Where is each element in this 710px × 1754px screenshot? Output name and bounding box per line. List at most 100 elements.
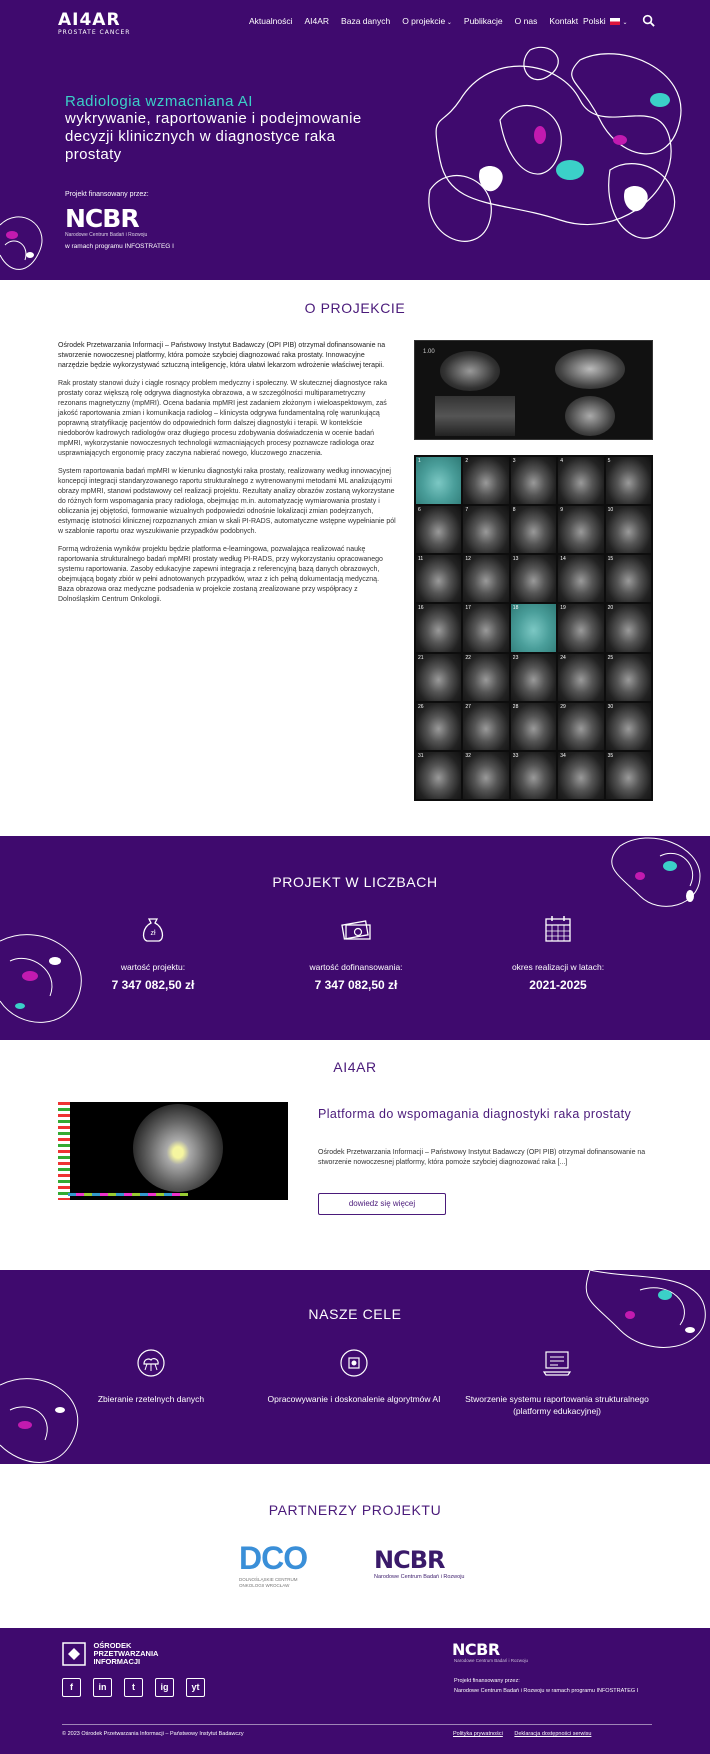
footer-financing: Projekt finansowany przez: Narodowe Cent… — [454, 1676, 638, 1696]
opi-logo-text: OŚRODEK PRZETWARZANIA INFORMACJI — [93, 1641, 159, 1666]
mri-slice: 23 — [510, 653, 557, 701]
goal-label: Zbieranie rzetelnych danych — [97, 1394, 205, 1404]
stat-label: wartość projektu: — [120, 962, 186, 972]
about-title: O PROJEKCIE — [304, 300, 406, 316]
about-text: Ośrodek Przetwarzania Informacji – Państ… — [58, 341, 396, 613]
stat-value: 7 347 082,50 zł — [314, 978, 398, 992]
facebook-icon[interactable]: f — [62, 1678, 81, 1697]
footer-ncbr-logo[interactable]: NCBR — [452, 1640, 500, 1659]
mri-slice: 11 — [416, 555, 462, 603]
slice-number: 6 — [418, 507, 421, 514]
mri-slice: 24 — [558, 653, 604, 701]
slice-number: 31 — [418, 752, 424, 759]
mri-slice: 29 — [558, 702, 604, 750]
scan-scale-label: 1.00 — [423, 349, 435, 355]
slice-number: 13 — [512, 556, 519, 563]
slice-number: 12 — [465, 556, 471, 563]
footer-financed-detail: Narodowe Centrum Badań i Rozwoju w ramac… — [454, 1688, 639, 1694]
menu-item-baza-danych[interactable]: Baza danych — [341, 16, 390, 26]
mri-slice: 27 — [463, 702, 509, 750]
menu-item-ai4ar[interactable]: AI4AR — [304, 16, 329, 26]
slice-number: 14 — [560, 556, 566, 563]
privacy-policy-link[interactable]: Polityka prywatności — [453, 1731, 503, 1737]
dco-logo-text: DCO — [239, 1540, 308, 1576]
slice-number: 9 — [560, 507, 563, 514]
slice-number: 23 — [512, 654, 519, 661]
social-links: f in t ig yt — [62, 1678, 205, 1697]
mri-slice: 25 — [605, 653, 651, 701]
logo-text: AI4AR — [58, 10, 121, 30]
ncbr-partner-logo[interactable]: NCBR Narodowe Centrum Badań i Rozwoju — [374, 1548, 465, 1580]
youtube-icon[interactable]: yt — [186, 1678, 205, 1697]
ncbr-logo: NCBR — [65, 204, 140, 233]
slice-number: 27 — [465, 703, 471, 710]
ncbr-partner-subtext: Narodowe Centrum Badań i Rozwoju — [374, 1574, 465, 1580]
hero-subtitle: Radiologia wzmacniana AI — [65, 93, 253, 110]
accessibility-link[interactable]: Deklaracja dostępności serwisu — [514, 1731, 591, 1737]
stat-value: 7 347 082,50 zł — [111, 978, 195, 992]
slice-number: 26 — [418, 703, 424, 710]
twitter-icon[interactable]: t — [124, 1678, 143, 1697]
mri-slice: 32 — [463, 751, 509, 799]
mri-slice: 26 — [416, 702, 462, 750]
menu-item-o-projekcie-label: O projekcie — [402, 16, 446, 26]
menu-item-o-nas[interactable]: O nas — [515, 16, 538, 26]
opi-logo[interactable]: OŚRODEK PRZETWARZANIA INFORMACJI — [62, 1642, 163, 1666]
linkedin-icon[interactable]: in — [93, 1678, 112, 1697]
menu-item-kontakt[interactable]: Kontakt — [549, 16, 578, 26]
learn-more-button[interactable]: dowiedz się więcej — [318, 1193, 446, 1215]
chevron-down-icon: ⌄ — [622, 20, 628, 26]
stat-label: wartość dofinansowania: — [309, 962, 403, 972]
hero-title: wykrywanie, raportowanie i podejmowanie … — [65, 110, 362, 163]
money-bag-icon: zł — [142, 918, 164, 942]
language-selector[interactable]: Polski ⌄ — [583, 16, 627, 26]
slice-number: 30 — [607, 703, 614, 710]
mri-slice: 5 — [605, 457, 651, 505]
slice-number: 32 — [465, 752, 471, 759]
mri-slice: 19 — [558, 604, 604, 652]
footer-divider — [62, 1724, 652, 1725]
main-menu: Aktualności AI4AR Baza danych O projekci… — [249, 16, 590, 26]
mri-slice: 8 — [510, 506, 557, 554]
mri-pane-3 — [435, 396, 515, 436]
svg-text:zł: zł — [150, 930, 156, 937]
goals-title: NASZE CELE — [308, 1306, 402, 1322]
financed-label: Projekt finansowany przez: — [65, 191, 149, 198]
mri-slice: 18 — [510, 604, 557, 652]
program-label: w ramach programu INFOSTRATEG I — [65, 243, 174, 250]
hero-section: AI4AR PROSTATE CANCER Aktualności AI4AR … — [0, 0, 710, 280]
search-icon[interactable] — [642, 14, 655, 27]
slice-number: 10 — [607, 507, 614, 514]
slice-number: 4 — [560, 458, 563, 464]
mri-slice: 12 — [463, 555, 509, 603]
stat-label: okres realizacji w latach: — [511, 962, 605, 972]
stat-period: okres realizacji w latach: 2021-2025 — [458, 913, 658, 992]
ai4ar-card-title[interactable]: Platforma do wspomagania diagnostyki rak… — [318, 1106, 648, 1122]
numbers-section: PROJEKT W LICZBACH zł wartość projektu: … — [0, 836, 710, 1040]
ncbr-partner-text: NCBR — [374, 1546, 445, 1574]
slice-number: 3 — [512, 458, 516, 464]
menu-item-publikacje[interactable]: Publikacje — [464, 16, 503, 26]
chevron-down-icon: ⌄ — [445, 20, 452, 26]
mri-pane-2 — [555, 349, 625, 389]
footer: OŚRODEK PRZETWARZANIA INFORMACJI f in t … — [0, 1628, 710, 1754]
slice-number: 17 — [465, 605, 471, 612]
menu-item-o-projekcie[interactable]: O projekcie ⌄ — [402, 16, 452, 26]
mri-slice: 4 — [558, 457, 604, 505]
slice-number: 8 — [512, 507, 516, 514]
slice-number: 35 — [607, 752, 614, 759]
menu-item-aktualnosci[interactable]: Aktualności — [249, 16, 292, 26]
dco-logo[interactable]: DCO DOLNOŚLĄSKIE CENTRUM ONKOLOGII WROCŁ… — [239, 1542, 311, 1589]
mri-slice: 2 — [463, 457, 509, 505]
ai4ar-logo[interactable]: AI4AR PROSTATE CANCER — [58, 10, 130, 37]
decorative-blobs — [428, 46, 682, 242]
goals-section: NASZE CELE Zbieranie rzetelnych danych O… — [0, 1270, 710, 1464]
mri-pane-4 — [565, 396, 615, 436]
calendar-icon — [545, 916, 571, 942]
ncbr-subtitle: Narodowe Centrum Badań i Rozwoju — [65, 232, 148, 238]
mri-slice: 35 — [605, 751, 651, 799]
instagram-icon[interactable]: ig — [155, 1678, 174, 1697]
mri-slice: 31 — [416, 751, 462, 799]
footer-links: Polityka prywatności Deklaracja dostępno… — [453, 1731, 601, 1737]
ai4ar-platform-image[interactable] — [58, 1102, 288, 1200]
